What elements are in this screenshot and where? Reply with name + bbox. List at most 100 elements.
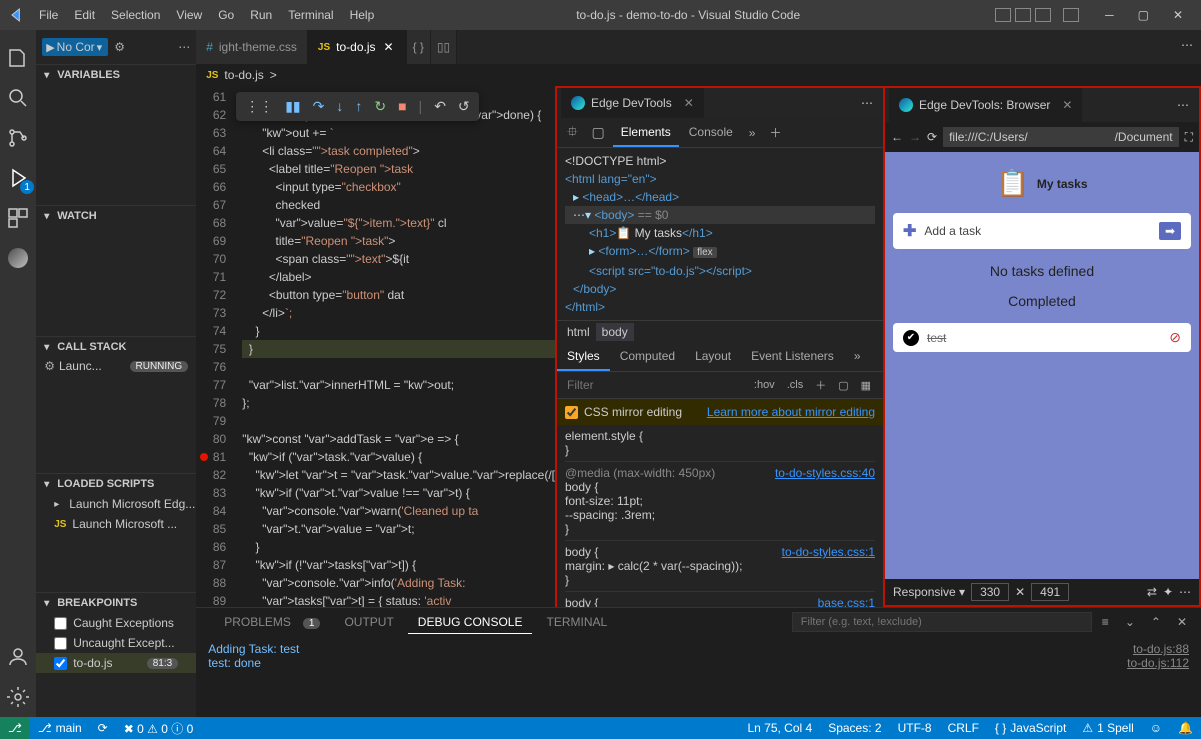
rotate-icon[interactable]: ⇄	[1147, 585, 1157, 599]
devtools-tab[interactable]: Edge DevTools✕	[561, 88, 704, 118]
tab-theme-css[interactable]: #ight-theme.css	[196, 30, 308, 64]
debug-stepback-icon[interactable]: ↶	[429, 94, 451, 119]
debug-restart-icon[interactable]: ↻	[369, 94, 391, 119]
inspect-icon[interactable]: ⯐	[561, 117, 584, 149]
mirror-link[interactable]: Learn more about mirror editing	[707, 405, 875, 419]
touch-icon[interactable]: ✦	[1163, 585, 1173, 599]
dom-crumb[interactable]: html	[561, 323, 596, 341]
source-link[interactable]: to-do.js:88	[1133, 642, 1189, 656]
panel-debugconsole[interactable]: DEBUG CONSOLE	[408, 611, 533, 634]
activity-scm-icon[interactable]	[4, 124, 32, 152]
panel-filter-input[interactable]	[792, 612, 1092, 632]
run-settings-icon[interactable]: ⚙	[114, 40, 125, 54]
more-tabs-icon[interactable]: »	[743, 122, 762, 144]
breakpoint-item[interactable]: to-do.js81:3	[36, 653, 196, 673]
panel-output[interactable]: OUTPUT	[334, 611, 403, 633]
submit-icon[interactable]: ➡	[1159, 222, 1181, 240]
breakpoint-item[interactable]: Uncaught Except...	[36, 633, 196, 653]
device-icon[interactable]: ▢	[832, 377, 854, 394]
panel-settings-icon[interactable]: ≡	[1096, 613, 1115, 631]
debug-stepover-icon[interactable]: ↷	[308, 94, 330, 119]
status-feedback[interactable]: ☺	[1142, 721, 1170, 735]
layout-icon[interactable]	[1015, 8, 1031, 22]
menu-file[interactable]: File	[32, 4, 65, 26]
breakpoints-section[interactable]: BREAKPOINTS	[36, 593, 196, 613]
run-start-button[interactable]: ▶ No Cor ▾	[42, 38, 108, 56]
responsive-dropdown[interactable]: Responsive ▾	[893, 585, 965, 599]
activity-search-icon[interactable]	[4, 84, 32, 112]
add-tab-icon[interactable]: ＋	[763, 120, 787, 145]
resize-icon[interactable]: ⛶	[1185, 130, 1193, 145]
debug-stepout-icon[interactable]: ↑	[350, 94, 367, 119]
css-link[interactable]: to-do-styles.css:1	[782, 545, 875, 559]
layout-icon[interactable]	[995, 8, 1011, 22]
panel-maximize-icon[interactable]: ⌃	[1145, 613, 1167, 631]
delete-icon[interactable]: ⊘	[1169, 329, 1181, 346]
css-link[interactable]: to-do-styles.css:40	[775, 466, 875, 480]
elements-tab[interactable]: Elements	[613, 119, 679, 147]
tab-split[interactable]: ▯▯	[431, 30, 457, 64]
status-encoding[interactable]: UTF-8	[890, 721, 940, 735]
loaded-script-item[interactable]: Launch Microsoft Edg...	[36, 494, 196, 514]
status-branch[interactable]: ⎇ main	[30, 721, 90, 735]
add-task-input[interactable]: ✚ Add a task ➡	[893, 213, 1191, 249]
run-more-icon[interactable]: ⋯	[178, 40, 190, 54]
activity-debug-icon[interactable]: 1	[4, 164, 32, 192]
activity-edge-icon[interactable]	[4, 244, 32, 272]
status-spaces[interactable]: Spaces: 2	[820, 721, 889, 735]
dom-crumb[interactable]: body	[596, 323, 634, 341]
status-sync[interactable]: ⟳	[90, 721, 116, 735]
hov-button[interactable]: :hov	[748, 377, 781, 393]
bp-checkbox[interactable]	[54, 617, 67, 630]
debug-stepinto-icon[interactable]: ↓	[331, 94, 348, 119]
tab-to-do-js[interactable]: JSto-do.js✕	[308, 30, 407, 64]
debug-stop-icon[interactable]: ■	[393, 94, 411, 119]
status-spell[interactable]: ⚠ 1 Spell	[1074, 721, 1141, 735]
variables-section[interactable]: VARIABLES	[36, 65, 196, 85]
status-eol[interactable]: CRLF	[940, 721, 987, 735]
more-tabs-icon[interactable]: »	[844, 343, 871, 371]
callstack-item[interactable]: Launc...	[59, 359, 102, 373]
tab-outline[interactable]: { }	[407, 30, 431, 64]
styles-filter-input[interactable]	[563, 374, 748, 396]
browser-tab[interactable]: Edge DevTools: Browser✕	[889, 88, 1082, 122]
more-icon[interactable]: ▦	[855, 377, 877, 394]
css-link[interactable]: base.css:1	[818, 596, 875, 607]
menu-edit[interactable]: Edit	[67, 4, 102, 26]
close-icon[interactable]: ✕	[1062, 98, 1072, 112]
menu-terminal[interactable]: Terminal	[281, 4, 340, 26]
add-rule-icon[interactable]: ＋	[809, 375, 832, 395]
more-icon[interactable]: ⋯	[1179, 585, 1191, 599]
url-input[interactable]: file:///C:/Users//Document	[943, 127, 1179, 147]
callstack-section[interactable]: CALL STACK	[36, 337, 196, 357]
height-input[interactable]: 491	[1031, 583, 1069, 601]
menu-go[interactable]: Go	[211, 4, 241, 26]
nav-refresh-icon[interactable]: ⟳	[927, 130, 937, 144]
menu-view[interactable]: View	[169, 4, 209, 26]
source-link[interactable]: to-do.js:112	[1127, 656, 1189, 670]
close-icon[interactable]: ✕	[382, 40, 396, 54]
layout-icon[interactable]	[1035, 8, 1051, 22]
activity-explorer-icon[interactable]	[4, 44, 32, 72]
panel-terminal[interactable]: TERMINAL	[536, 611, 617, 633]
watch-section[interactable]: WATCH	[36, 206, 196, 226]
activity-account-icon[interactable]	[4, 643, 32, 671]
eventlisteners-tab[interactable]: Event Listeners	[741, 343, 844, 371]
panel-problems[interactable]: PROBLEMS1	[204, 611, 330, 633]
computed-tab[interactable]: Computed	[610, 343, 685, 371]
panel-clear-icon[interactable]: ⌄	[1119, 613, 1141, 631]
bp-checkbox[interactable]	[54, 657, 67, 670]
layout-icon[interactable]	[1063, 8, 1079, 22]
panel-close-icon[interactable]: ✕	[1171, 613, 1193, 631]
nav-forward-icon[interactable]: →	[909, 130, 921, 144]
console-tab[interactable]: Console	[681, 119, 741, 147]
window-maximize[interactable]: ▢	[1128, 2, 1159, 28]
debug-pause-icon[interactable]: ▮▮	[280, 94, 305, 119]
status-language[interactable]: { } JavaScript	[987, 721, 1074, 735]
device-icon[interactable]: ▢	[586, 120, 611, 145]
cls-button[interactable]: .cls	[781, 377, 810, 393]
breadcrumb-file[interactable]: to-do.js	[224, 68, 263, 82]
nav-back-icon[interactable]: ←	[891, 130, 903, 144]
window-minimize[interactable]: ─	[1095, 2, 1124, 28]
activity-extensions-icon[interactable]	[4, 204, 32, 232]
